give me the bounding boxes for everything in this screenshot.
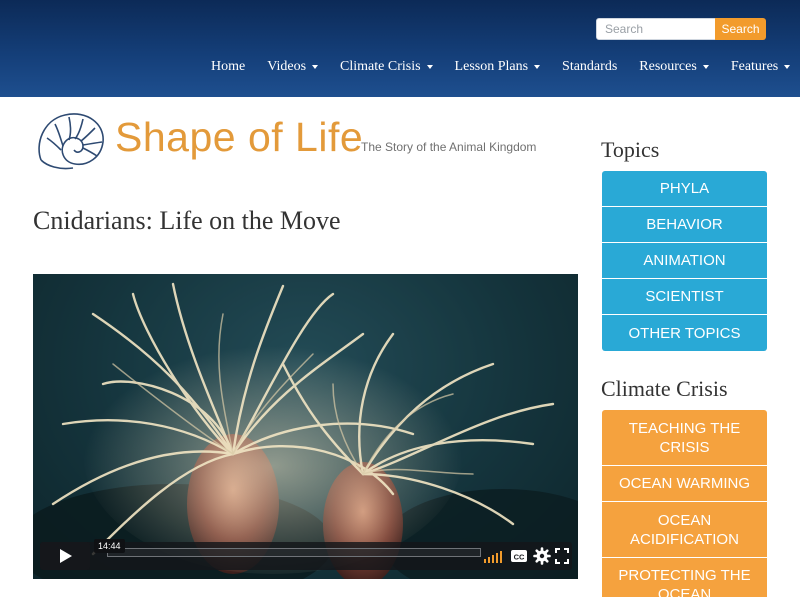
nautilus-shell-icon	[38, 113, 104, 170]
nav-features[interactable]: Features	[720, 57, 800, 77]
topic-animation-button[interactable]: ANIMATION	[602, 243, 767, 279]
logo-wordmark: Shape of Life	[115, 114, 364, 160]
caret-down-icon	[534, 64, 541, 69]
nav-lesson-plans-label: Lesson Plans	[454, 59, 529, 74]
topic-phyla-label: PHYLA	[659, 180, 710, 197]
nav-home[interactable]: Home	[200, 57, 256, 77]
nav-home-label: Home	[211, 59, 246, 74]
nav-resources[interactable]: Resources	[628, 57, 720, 77]
video-frame-image	[33, 274, 578, 579]
video-duration: 14:44	[94, 539, 125, 553]
nav-standards-label: Standards	[562, 59, 618, 74]
climate-teaching-the-crisis-button[interactable]: TEACHING THE CRISIS	[602, 410, 767, 466]
caret-down-icon	[426, 64, 433, 69]
svg-text:CC: CC	[514, 553, 525, 562]
nav-videos-label: Videos	[267, 59, 307, 74]
nav-resources-label: Resources	[639, 59, 697, 74]
topic-animation-label: ANIMATION	[643, 252, 726, 269]
topic-other-topics-button[interactable]: OTHER TOPICS	[602, 315, 767, 351]
climate-teaching-the-crisis-label: TEACHING THE CRISIS	[628, 419, 741, 456]
climate-ocean-warming-button[interactable]: OCEAN WARMING	[602, 466, 767, 502]
climate-crisis-heading: Climate Crisis	[601, 376, 728, 401]
nav-features-label: Features	[730, 59, 779, 74]
topic-scientist-label: SCIENTIST	[645, 288, 724, 305]
video-player[interactable]: CC 14:44	[33, 274, 578, 579]
nav-videos[interactable]: Videos	[256, 57, 329, 77]
topic-phyla-button[interactable]: PHYLA	[602, 171, 767, 207]
logo-tagline: The Story of the Animal Kingdom	[361, 140, 537, 154]
nav-lesson-plans[interactable]: Lesson Plans	[444, 57, 552, 77]
closed-captions-icon[interactable]: CC	[510, 547, 528, 565]
topic-scientist-button[interactable]: SCIENTIST	[602, 279, 767, 315]
search-input[interactable]	[596, 18, 716, 40]
play-button[interactable]	[40, 542, 90, 570]
volume-icon[interactable]	[483, 547, 503, 565]
caret-down-icon	[312, 64, 319, 69]
topic-behavior-button[interactable]: BEHAVIOR	[602, 207, 767, 243]
caret-down-icon	[784, 64, 791, 69]
nav-climate-crisis[interactable]: Climate Crisis	[329, 57, 444, 77]
site-logo[interactable]: Shape of Life The Story of the Animal Ki…	[33, 108, 537, 174]
main-nav: Home Videos Climate Crisis Lesson Plans …	[200, 57, 800, 77]
nav-climate-crisis-label: Climate Crisis	[340, 59, 421, 74]
nav-standards[interactable]: Standards	[551, 57, 628, 77]
topic-other-topics-label: OTHER TOPICS	[628, 324, 741, 342]
page-title: Cnidarians: Life on the Move	[33, 206, 341, 235]
site-header: Search Home Videos Climate Crisis Lesson…	[0, 0, 800, 97]
progress-bar[interactable]	[107, 548, 481, 557]
caret-down-icon	[702, 64, 709, 69]
topics-heading: Topics	[601, 137, 660, 162]
climate-protecting-the-ocean-label: PROTECTING THE OCEAN	[618, 567, 751, 598]
topic-behavior-label: BEHAVIOR	[646, 216, 723, 233]
search-button[interactable]: Search	[715, 18, 766, 40]
climate-protecting-the-ocean-button[interactable]: PROTECTING THE OCEAN	[602, 558, 767, 598]
climate-ocean-acidification-button[interactable]: OCEAN ACIDIFICATION	[602, 502, 767, 558]
climate-ocean-acidification-label: OCEAN ACIDIFICATION	[630, 511, 739, 548]
fullscreen-icon[interactable]	[554, 547, 570, 565]
climate-ocean-warming-label: OCEAN WARMING	[618, 475, 751, 492]
settings-gear-icon[interactable]	[533, 547, 551, 565]
